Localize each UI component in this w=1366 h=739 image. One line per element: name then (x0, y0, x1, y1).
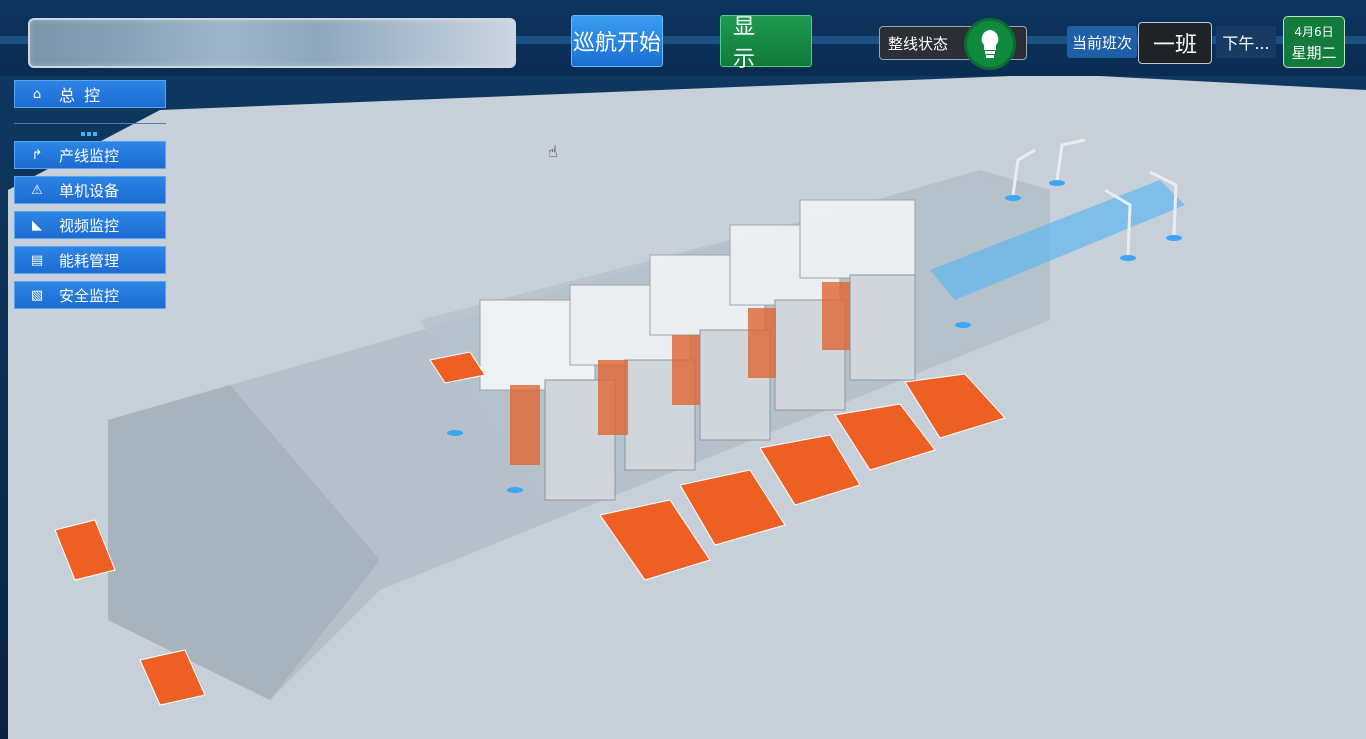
lightbulb-icon (964, 18, 1016, 70)
sidebar-divider-dots (81, 121, 101, 136)
sidebar-item-label: 单机设备 (59, 181, 120, 200)
sidebar-item-safety[interactable]: ▧ 安全监控 (14, 281, 166, 309)
app-window: 巡航开始 显 示 整线状态 当前班次 一班 下午... 4月6日 星期二 ⌂ 总… (0, 0, 1366, 739)
camera-icon: ◣ (32, 217, 42, 233)
warning-icon: ⚠ (31, 182, 43, 198)
factory-3d-scene[interactable] (0, 0, 1366, 739)
sidebar-item-label: 能耗管理 (59, 251, 120, 270)
date-text: 4月6日 (1294, 25, 1334, 39)
sidebar-item-master-control[interactable]: ⌂ 总 控 (14, 80, 166, 108)
home-icon: ⌂ (32, 86, 42, 102)
production-line-icon: ↱ (31, 147, 43, 163)
hand-cursor-icon: ☝ (548, 142, 558, 161)
sidebar-item-label: 安全监控 (59, 286, 120, 305)
sidebar-item-single-device[interactable]: ⚠ 单机设备 (14, 176, 166, 204)
sidebar-item-label: 总 控 (59, 86, 103, 105)
cruise-start-button[interactable]: 巡航开始 (571, 15, 663, 67)
sidebar-item-video[interactable]: ◣ 视频监控 (14, 211, 166, 239)
sidebar-item-production-line[interactable]: ↱ 产线监控 (14, 141, 166, 169)
line-status-label: 整线状态 (888, 35, 949, 53)
sidebar-item-label: 产线监控 (59, 146, 120, 165)
current-shift-value: 一班 (1138, 22, 1212, 64)
time-display: 下午... (1216, 26, 1276, 58)
document-icon: ▤ (30, 252, 44, 268)
system-title-banner (28, 18, 516, 68)
sidebar-item-label: 视频监控 (59, 216, 120, 235)
security-icon: ▧ (30, 287, 44, 303)
sidebar-item-energy[interactable]: ▤ 能耗管理 (14, 246, 166, 274)
current-shift-label: 当前班次 (1067, 26, 1137, 58)
date-badge: 4月6日 星期二 (1283, 16, 1345, 68)
weekday-text: 星期二 (1291, 44, 1337, 62)
display-button[interactable]: 显 示 (720, 15, 812, 72)
